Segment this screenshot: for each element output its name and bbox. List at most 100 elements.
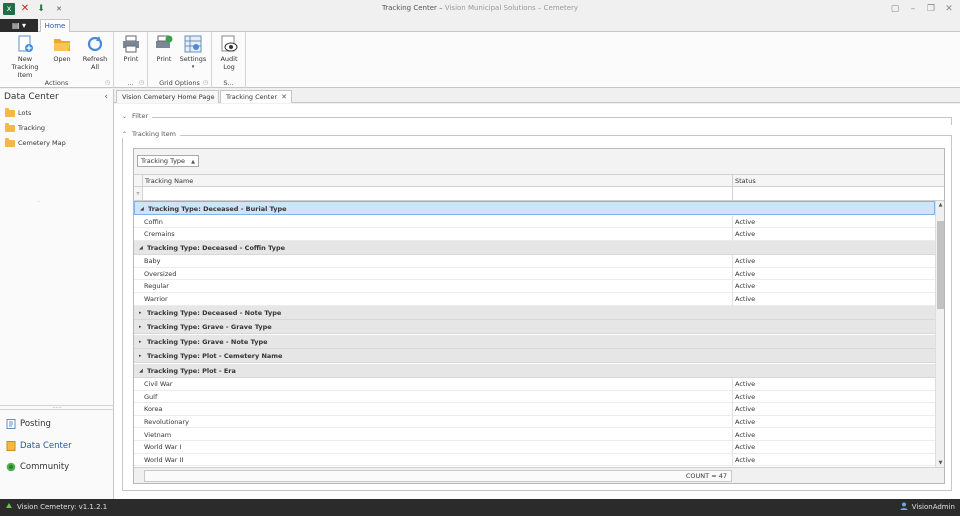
table-row[interactable]: Baby Active <box>134 255 935 268</box>
group-row[interactable]: ▸ Tracking Type: Deceased - Note Type <box>134 305 935 320</box>
chevron-up-icon: ⌃ <box>122 130 128 138</box>
column-header-tracking-name[interactable]: Tracking Name <box>142 175 732 187</box>
column-divider <box>732 228 733 241</box>
table-row[interactable]: Regular Active <box>134 280 935 293</box>
table-row[interactable]: Coffin Active <box>134 215 935 229</box>
title-bar: x ✕ ⬇ ✕ Tracking Center – Vision Municip… <box>0 0 960 19</box>
dialog-launcher-icon[interactable]: ◳ <box>139 80 144 86</box>
column-divider <box>732 441 733 454</box>
app-logo-icon <box>6 503 12 508</box>
filter-input-tracking-name[interactable] <box>142 187 732 200</box>
close-tab-icon[interactable]: ✕ <box>281 91 287 103</box>
table-row[interactable]: Oversized Active <box>134 267 935 281</box>
table-row[interactable]: Warrior Active <box>134 293 935 306</box>
left-panel-item-lots[interactable]: Lots <box>0 106 113 121</box>
table-row[interactable]: Korea Active <box>134 403 935 416</box>
vertical-scrollbar[interactable]: ▲ ▼ <box>935 201 944 467</box>
doc-tab-label: Vision Cemetery Home Page <box>122 93 215 101</box>
group-row[interactable]: ▸ Tracking Type: Grave - Grave Type <box>134 320 935 335</box>
nav-community[interactable]: Community <box>0 457 114 477</box>
cell-status: Active <box>735 282 756 291</box>
group-row[interactable]: ◢ Tracking Type: Plot - Era <box>134 363 935 378</box>
column-divider <box>732 267 733 281</box>
cell-tracking-name: Vietnam <box>144 430 172 439</box>
open-button[interactable]: Open <box>50 35 74 63</box>
print-button[interactable]: Print <box>119 35 143 63</box>
restore-layout-icon[interactable]: ▢ <box>889 4 901 14</box>
expand-group-icon[interactable]: ▸ <box>139 335 142 349</box>
expand-group-icon[interactable]: ▸ <box>139 349 142 363</box>
cell-tracking-name: World War II <box>144 455 184 464</box>
cell-tracking-name: Civil War <box>144 380 173 389</box>
data-center-icon <box>6 441 16 451</box>
left-panel-item-tracking[interactable]: Tracking <box>0 121 113 136</box>
collapse-group-icon[interactable]: ◢ <box>140 202 144 216</box>
filter-group-box <box>122 117 952 125</box>
expand-group-icon[interactable]: ▸ <box>139 306 142 320</box>
tracking-item-group-label: Tracking Item <box>132 130 176 138</box>
column-header-indicator <box>134 175 142 187</box>
tracking-item-group[interactable]: ⌃ Tracking Item <box>122 130 180 138</box>
minimize-icon[interactable]: – <box>907 4 919 14</box>
group-row[interactable]: ▸ Tracking Type: Grave - Note Type <box>134 334 935 349</box>
table-row[interactable]: Cremains Active <box>134 228 935 241</box>
cell-status: Active <box>735 380 756 389</box>
new-tracking-item-button[interactable]: New Tracking Item <box>4 35 46 79</box>
chevron-down-icon: ⌄ <box>122 112 128 120</box>
table-row[interactable]: Revolutionary Active <box>134 415 935 429</box>
group-row-label: Tracking Type: Deceased - Burial Type <box>148 205 287 213</box>
cell-tracking-name: Oversized <box>144 269 177 278</box>
group-row[interactable]: ◢ Tracking Type: Deceased - Burial Type <box>134 201 935 215</box>
status-bar: Vision Cemetery: v1.1.2.1 VisionAdmin <box>0 499 960 516</box>
left-panel-item-cemetery-map[interactable]: Cemetery Map <box>0 136 113 151</box>
scroll-up-icon[interactable]: ▲ <box>936 202 945 208</box>
left-panel-item-label: Cemetery Map <box>18 139 66 147</box>
table-row[interactable]: Civil War Active <box>134 378 935 391</box>
nav-posting[interactable]: Posting <box>0 414 114 434</box>
cell-status: Active <box>735 455 756 464</box>
table-row[interactable]: Gulf Active <box>134 390 935 404</box>
grid-print-button[interactable]: Print <box>152 35 176 63</box>
close-icon[interactable]: ✕ <box>943 4 955 14</box>
table-row[interactable]: Vietnam Active <box>134 428 935 442</box>
maximize-icon[interactable]: ❐ <box>925 4 937 14</box>
cell-tracking-name: Coffin <box>144 217 163 226</box>
dialog-launcher-icon[interactable]: ◳ <box>203 80 208 86</box>
expand-group-icon[interactable]: ▸ <box>139 320 142 334</box>
column-divider <box>732 255 733 268</box>
current-user[interactable]: VisionAdmin <box>900 499 955 516</box>
app-menu-button[interactable]: ▤ ▾ <box>0 19 38 32</box>
scroll-down-icon[interactable]: ▼ <box>936 460 945 466</box>
settings-button[interactable]: Settings ▾ <box>178 35 208 71</box>
version-label: Vision Cemetery: v1.1.2.1 <box>17 503 108 511</box>
tab-vision-cemetery-home-page[interactable]: Vision Cemetery Home Page <box>116 90 219 103</box>
tab-home[interactable]: Home <box>40 19 70 32</box>
sort-ascending-icon: ▲ <box>191 159 195 165</box>
panel-splitter[interactable]: ...... <box>0 405 114 410</box>
refresh-all-button[interactable]: Refresh All <box>80 35 110 71</box>
filter-input-status[interactable] <box>732 187 935 200</box>
table-row[interactable]: World War I Active <box>134 441 935 454</box>
collapse-panel-icon[interactable]: ‹ <box>104 89 108 106</box>
group-row[interactable]: ◢ Tracking Type: Deceased - Coffin Type <box>134 240 935 255</box>
audit-log-button[interactable]: Audit Log <box>216 35 242 71</box>
collapse-group-icon[interactable]: ◢ <box>139 364 143 378</box>
filter-indicator: ▿ <box>134 187 142 200</box>
left-panel-item-label: Tracking <box>18 124 46 132</box>
scrollbar-thumb[interactable] <box>937 221 944 309</box>
collapse-group-icon[interactable]: ◢ <box>139 241 143 255</box>
table-row[interactable]: World War II Active <box>134 453 935 467</box>
cell-tracking-name: Baby <box>144 257 161 266</box>
dialog-launcher-icon[interactable]: ◳ <box>105 80 110 86</box>
filter-group-label: Filter <box>132 112 149 120</box>
nav-data-center[interactable]: Data Center <box>0 436 114 456</box>
ribbon-group-s: Audit Log S... <box>212 32 246 88</box>
left-panel-item-label: Lots <box>18 109 32 117</box>
group-by-chip-tracking-type[interactable]: Tracking Type ▲ <box>137 155 199 167</box>
tab-tracking-center[interactable]: Tracking Center ✕ <box>220 90 292 103</box>
filter-group[interactable]: ⌄ Filter <box>122 112 153 120</box>
cell-status: Active <box>735 405 756 414</box>
group-row[interactable]: ▸ Tracking Type: Plot - Cemetery Name <box>134 349 935 364</box>
ribbon-group-print: Print ... ◳ <box>114 32 148 88</box>
column-header-status[interactable]: Status <box>732 175 935 187</box>
